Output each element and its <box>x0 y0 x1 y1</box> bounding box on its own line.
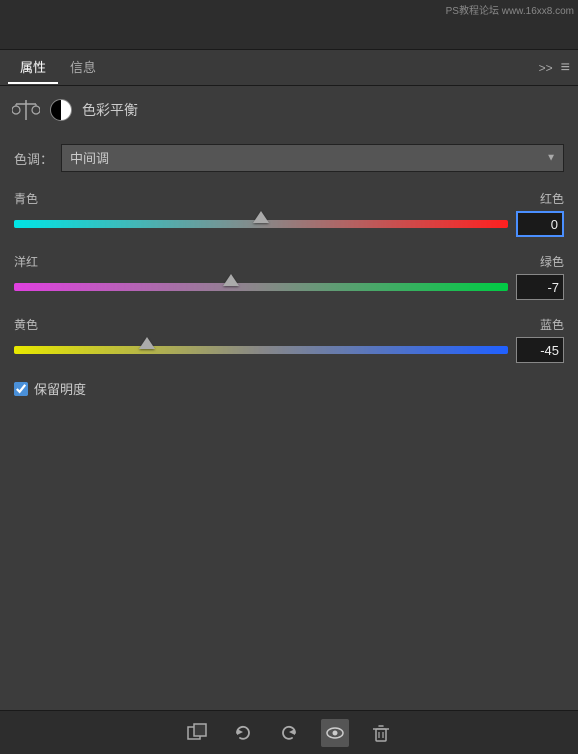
slider-row-magenta-green: 洋红 绿色 <box>14 253 564 300</box>
value-input-yellow-blue[interactable] <box>516 337 564 363</box>
tone-label: 色调： <box>14 149 53 168</box>
preserve-luminosity-label: 保留明度 <box>34 379 86 398</box>
tab-properties[interactable]: 属性 <box>8 51 58 84</box>
clip-icon <box>186 722 208 744</box>
visibility-button[interactable] <box>321 719 349 747</box>
value-input-cyan-red[interactable] <box>516 211 564 237</box>
value-input-magenta-green[interactable] <box>516 274 564 300</box>
slider-input-row-1 <box>14 211 564 237</box>
panel-menu-icon[interactable]: ≡ <box>561 59 570 77</box>
delete-icon <box>370 722 392 744</box>
tone-select-wrapper: 阴影 中间调 高光 <box>61 144 564 172</box>
slider-thumb-1[interactable] <box>253 211 269 223</box>
preserve-luminosity-row: 保留明度 <box>14 379 564 398</box>
panel-content: 色调： 阴影 中间调 高光 青色 红色 洋红 绿色 <box>0 134 578 408</box>
undo-button[interactable] <box>275 719 303 747</box>
slider-labels-1: 青色 红色 <box>14 190 564 207</box>
slider-thumb-3[interactable] <box>139 337 155 349</box>
panel-header: 色彩平衡 <box>0 86 578 134</box>
slider-track-wrapper-2[interactable] <box>14 276 508 298</box>
tab-info[interactable]: 信息 <box>58 51 108 84</box>
slider-row-yellow-blue: 黄色 蓝色 <box>14 316 564 363</box>
label-green: 绿色 <box>540 253 564 270</box>
slider-input-row-2 <box>14 274 564 300</box>
slider-row-cyan-red: 青色 红色 <box>14 190 564 237</box>
label-yellow: 黄色 <box>14 316 38 333</box>
slider-labels-3: 黄色 蓝色 <box>14 316 564 333</box>
undo-icon <box>278 722 300 744</box>
slider-track-wrapper-3[interactable] <box>14 339 508 361</box>
slider-track-wrapper-1[interactable] <box>14 213 508 235</box>
label-red: 红色 <box>540 190 564 207</box>
panel-title: 色彩平衡 <box>82 100 138 120</box>
bottom-toolbar <box>0 710 578 754</box>
visibility-icon <box>50 99 72 121</box>
tab-row: 属性 信息 >> ≡ <box>0 50 578 86</box>
preserve-luminosity-checkbox[interactable] <box>14 382 28 396</box>
slider-track-2 <box>14 283 508 291</box>
slider-labels-2: 洋红 绿色 <box>14 253 564 270</box>
top-bar: PS教程论坛 www.16xx8.com <box>0 0 578 50</box>
slider-input-row-3 <box>14 337 564 363</box>
tab-actions: >> ≡ <box>539 59 570 77</box>
reset-button[interactable] <box>229 719 257 747</box>
label-blue: 蓝色 <box>540 316 564 333</box>
watermark: PS教程论坛 www.16xx8.com <box>446 2 574 17</box>
delete-button[interactable] <box>367 719 395 747</box>
slider-thumb-2[interactable] <box>223 274 239 286</box>
clip-button[interactable] <box>183 719 211 747</box>
tone-select[interactable]: 阴影 中间调 高光 <box>61 144 564 172</box>
label-magenta: 洋红 <box>14 253 38 270</box>
slider-track-3 <box>14 346 508 354</box>
reset-icon <box>232 722 254 744</box>
tone-row: 色调： 阴影 中间调 高光 <box>14 144 564 172</box>
expand-icon[interactable]: >> <box>539 61 553 75</box>
eye-icon <box>324 722 346 744</box>
label-cyan: 青色 <box>14 190 38 207</box>
balance-icon <box>12 96 40 124</box>
